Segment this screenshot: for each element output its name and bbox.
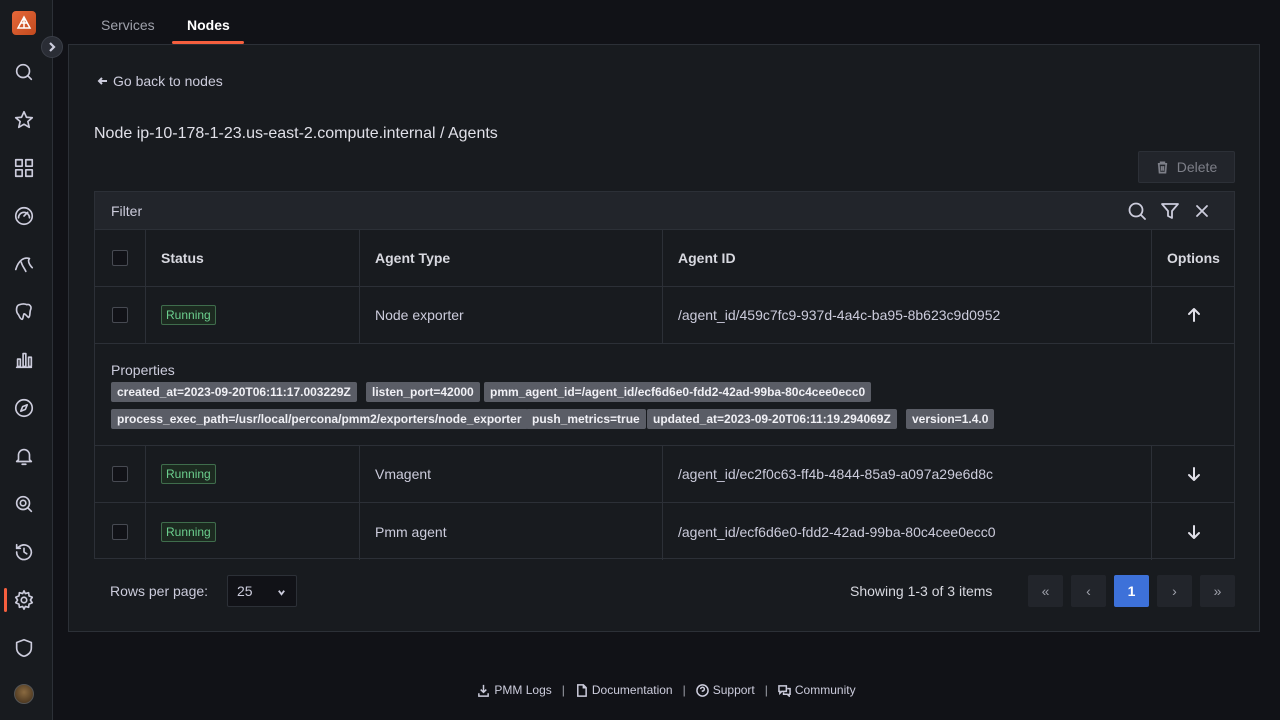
page-1-button[interactable]: 1 — [1114, 575, 1149, 607]
select-all-checkbox[interactable] — [112, 250, 128, 266]
last-page-button[interactable]: » — [1200, 575, 1235, 607]
filter-label: Filter — [111, 203, 143, 219]
arrow-down-icon — [1187, 467, 1200, 481]
pmm-logs-link[interactable]: PMM Logs — [477, 683, 552, 697]
column-header-status: Status — [146, 230, 360, 286]
advisors-icon[interactable] — [10, 490, 38, 518]
alerting-bell-icon[interactable] — [10, 442, 38, 470]
agent-id-cell: /agent_id/459c7fc9-937d-4a4c-ba95-8b623c… — [663, 287, 1152, 343]
table-row: Running Node exporter /agent_id/459c7fc9… — [95, 287, 1234, 344]
property-chip: process_exec_path=/usr/local/percona/pmm… — [111, 409, 528, 429]
rows-per-page-value: 25 — [237, 583, 253, 599]
chevron-right-icon — [49, 42, 56, 52]
agent-id-cell: /agent_id/ecf6d6e0-fdd2-42ad-99ba-80c4ce… — [663, 503, 1152, 560]
document-icon — [576, 683, 587, 697]
expand-row-button[interactable] — [1152, 446, 1235, 502]
agent-id-cell: /agent_id/ec2f0c63-ff4b-4844-85a9-a097a2… — [663, 446, 1152, 502]
trash-icon — [1157, 161, 1167, 173]
expand-sidebar-button[interactable] — [41, 36, 63, 58]
properties-title: Properties — [111, 362, 175, 378]
property-chip: version=1.4.0 — [906, 409, 995, 429]
delete-button[interactable]: Delete — [1138, 151, 1235, 183]
column-header-options: Options — [1167, 250, 1220, 266]
row-checkbox[interactable] — [112, 523, 128, 540]
support-link[interactable]: Support — [695, 683, 755, 697]
previous-page-button[interactable]: ‹ — [1071, 575, 1106, 607]
search-icon[interactable] — [1126, 200, 1148, 222]
arrow-down-icon — [1187, 524, 1200, 539]
comments-icon — [778, 684, 791, 697]
arrow-left-icon — [97, 77, 107, 85]
rows-per-page-label: Rows per page: — [110, 583, 209, 599]
tab-bar: Services Nodes — [53, 0, 1280, 44]
query-analytics-icon[interactable] — [10, 346, 38, 374]
explore-compass-icon[interactable] — [10, 394, 38, 422]
configuration-gear-icon[interactable] — [10, 586, 38, 614]
agent-type-cell: Node exporter — [360, 287, 663, 343]
pmm-logs-label: PMM Logs — [494, 683, 552, 697]
agents-table: Filter Status Agent Type Agent ID Option… — [94, 191, 1235, 560]
documentation-link[interactable]: Documentation — [575, 683, 673, 697]
chevron-down-icon — [278, 590, 285, 596]
footer-separator: | — [764, 683, 768, 697]
status-badge: Running — [161, 521, 216, 542]
status-badge: Running — [161, 305, 216, 325]
property-chip: updated_at=2023-09-20T06:11:19.294069Z — [647, 409, 897, 429]
table-header-row: Status Agent Type Agent ID Options — [95, 230, 1234, 287]
next-page-button[interactable]: › — [1157, 575, 1192, 607]
row-checkbox[interactable] — [112, 466, 128, 482]
mysql-icon[interactable] — [10, 250, 38, 278]
tab-services[interactable]: Services — [101, 17, 155, 33]
collapse-row-button[interactable] — [1152, 287, 1235, 343]
filter-funnel-icon[interactable] — [1159, 200, 1181, 222]
footer-separator: | — [561, 683, 565, 697]
expand-row-button[interactable] — [1152, 503, 1235, 560]
first-page-button[interactable]: « — [1028, 575, 1063, 607]
footer-separator: | — [682, 683, 686, 697]
support-label: Support — [712, 683, 755, 697]
property-chip: pmm_agent_id=/agent_id/ecf6d6e0-fdd2-42a… — [484, 382, 872, 402]
property-chip: created_at=2023-09-20T06:11:17.003229Z — [111, 382, 357, 402]
column-header-agent-type: Agent Type — [360, 230, 663, 286]
agent-type-cell: Pmm agent — [360, 503, 663, 560]
pmm-logo-icon[interactable] — [12, 11, 36, 35]
table-row: Running Vmagent /agent_id/ec2f0c63-ff4b-… — [95, 446, 1234, 503]
row-checkbox[interactable] — [112, 307, 128, 323]
table-row: Running Pmm agent /agent_id/ecf6d6e0-fdd… — [95, 503, 1234, 560]
footer: PMM Logs | Documentation | Support | Com… — [53, 680, 1280, 700]
question-circle-icon — [695, 683, 709, 697]
star-icon[interactable] — [10, 106, 38, 134]
tab-nodes[interactable]: Nodes — [187, 17, 230, 33]
community-link[interactable]: Community — [778, 683, 856, 697]
back-link-label: Go back to nodes — [113, 73, 223, 89]
os-dashboard-icon[interactable] — [10, 202, 38, 230]
arrow-up-icon — [1187, 308, 1200, 322]
close-icon[interactable] — [1191, 200, 1213, 222]
column-header-agent-id: Agent ID — [663, 230, 1152, 286]
delete-label: Delete — [1176, 159, 1218, 175]
dashboards-icon[interactable] — [10, 154, 38, 182]
property-chip: listen_port=42000 — [366, 382, 480, 402]
back-to-nodes-link[interactable]: Go back to nodes — [97, 73, 223, 89]
properties-panel: Properties created_at=2023-09-20T06:11:1… — [95, 344, 1234, 446]
user-avatar[interactable] — [14, 684, 34, 704]
active-indicator — [4, 588, 7, 612]
backup-history-icon[interactable] — [10, 538, 38, 566]
documentation-label: Documentation — [591, 683, 673, 697]
shield-icon[interactable] — [10, 634, 38, 662]
status-badge: Running — [161, 464, 216, 484]
agents-panel: Go back to nodes Node ip-10-178-1-23.us-… — [68, 44, 1260, 632]
sidebar — [0, 0, 53, 720]
filter-bar: Filter — [95, 192, 1234, 230]
community-label: Community — [794, 683, 856, 697]
showing-items-text: Showing 1-3 of 3 items — [850, 583, 993, 599]
agent-type-cell: Vmagent — [360, 446, 663, 502]
search-icon[interactable] — [10, 58, 38, 86]
rows-per-page-select[interactable]: 25 — [227, 575, 297, 607]
download-icon — [478, 684, 490, 697]
app: Services Nodes Go back to nodes Node ip-… — [0, 0, 1280, 720]
page-title: Node ip-10-178-1-23.us-east-2.compute.in… — [94, 125, 498, 142]
property-chip: push_metrics=true — [526, 409, 646, 429]
postgresql-icon[interactable] — [10, 298, 38, 326]
